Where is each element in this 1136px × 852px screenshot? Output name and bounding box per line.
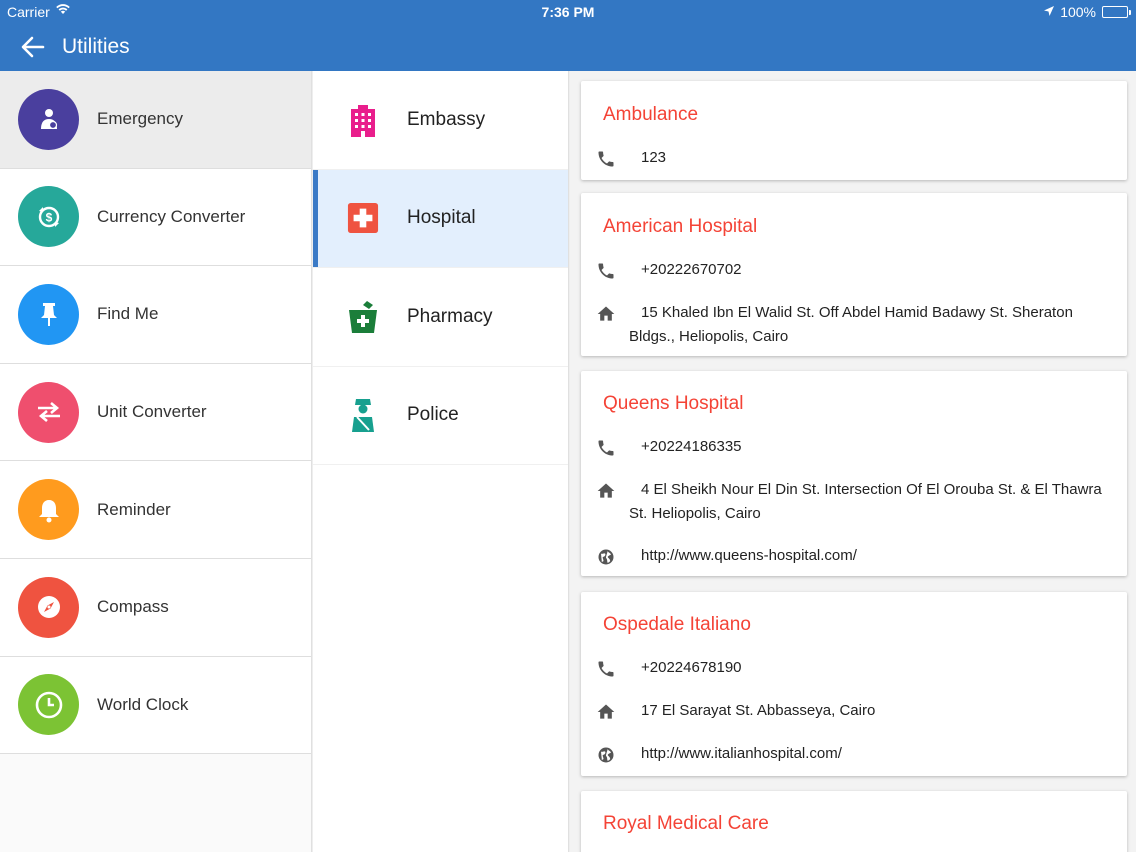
sidebar-item-label: Currency Converter (97, 206, 246, 226)
sidebar-item-label: Reminder (97, 499, 171, 519)
swap-icon (18, 381, 79, 443)
sidebar-item-reminder[interactable]: Reminder (0, 461, 311, 559)
home-icon (595, 480, 617, 502)
police-icon (347, 397, 379, 433)
contact-card[interactable]: Ambulance 123 (581, 81, 1127, 180)
category-list: Embassy Hospital Pharmacy Police (313, 71, 569, 852)
category-embassy[interactable]: Embassy (313, 71, 568, 170)
clock-icon (18, 674, 79, 736)
category-label: Hospital (407, 207, 476, 229)
category-label: Embassy (407, 108, 486, 130)
contact-phone-row[interactable]: 123 (595, 148, 1113, 170)
contact-phone-row[interactable]: +20224186335 (595, 437, 1113, 459)
battery-percent: 100% (1060, 4, 1096, 20)
contact-name: Royal Medical Care (603, 813, 769, 834)
battery-icon (1102, 6, 1131, 18)
home-icon (595, 303, 617, 325)
category-hospital[interactable]: Hospital (313, 169, 568, 268)
sidebar-item-label: Compass (97, 597, 169, 617)
contact-address: 17 El Sarayat St. Abbasseya, Cairo (641, 702, 876, 719)
category-pharmacy[interactable]: Pharmacy (313, 268, 568, 367)
contact-phone: +20224678190 (641, 659, 742, 676)
hospital-icon (347, 200, 379, 236)
contact-name: Queens Hospital (603, 393, 744, 414)
location-arrow-icon (1044, 5, 1055, 19)
phone-icon (595, 437, 617, 459)
contact-website-row[interactable]: http://www.queens-hospital.com/ (595, 546, 1113, 568)
sidebar-item-label: Find Me (97, 304, 159, 324)
page-title: Utilities (62, 35, 130, 58)
sidebar-item-emergency[interactable]: Emergency (0, 71, 311, 169)
pharmacy-icon (347, 299, 379, 335)
phone-icon (595, 148, 617, 170)
category-label: Pharmacy (407, 305, 493, 327)
contact-name: American Hospital (603, 216, 758, 237)
bell-icon (18, 479, 79, 541)
contact-card[interactable]: Queens Hospital +20224186335 4 El Sheikh… (581, 371, 1127, 576)
contact-phone: +20224186335 (641, 438, 742, 455)
phone-icon (595, 260, 617, 282)
status-bar: Carrier 7:36 PM 100% (0, 0, 1136, 24)
sidebar-item-label: World Clock (97, 694, 189, 714)
contact-phone-row[interactable]: +20224678190 (595, 658, 1113, 680)
contact-address-row: 17 El Sarayat St. Abbasseya, Cairo (595, 701, 1113, 723)
currency-icon: $ (18, 186, 79, 248)
contact-address: 15 Khaled Ibn El Walid St. Off Abdel Ham… (629, 304, 1073, 345)
contact-website-row[interactable]: http://www.italianhospital.com/ (595, 744, 1113, 766)
contact-name: Ambulance (603, 104, 699, 125)
globe-icon (595, 546, 617, 568)
sidebar-item-currency-converter[interactable]: $ Currency Converter (0, 168, 311, 267)
contact-phone-row[interactable]: +20222670702 (595, 260, 1113, 282)
sidebar-item-world-clock[interactable]: World Clock (0, 656, 311, 755)
sidebar-item-label: Unit Converter (97, 402, 207, 422)
compass-icon (18, 576, 79, 638)
back-arrow-icon[interactable] (18, 32, 48, 62)
contact-address-row: 15 Khaled Ibn El Walid St. Off Abdel Ham… (595, 303, 1113, 349)
contact-card[interactable]: Ospedale Italiano +20224678190 17 El Sar… (581, 592, 1127, 776)
pin-icon (18, 283, 79, 345)
contact-address-row: 4 El Sheikh Nour El Din St. Intersection… (595, 480, 1113, 526)
category-label: Police (407, 404, 459, 426)
building-icon (347, 102, 379, 138)
sidebar-item-label: Emergency (97, 109, 183, 129)
globe-icon (595, 744, 617, 766)
contact-phone: +20222670702 (641, 261, 742, 278)
sidebar-item-find-me[interactable]: Find Me (0, 266, 311, 364)
contact-website[interactable]: http://www.italianhospital.com/ (641, 742, 842, 766)
contact-website[interactable]: http://www.queens-hospital.com/ (641, 544, 857, 568)
app-header: Carrier 7:36 PM 100% Utilities (0, 0, 1136, 71)
contact-list: Ambulance 123 American Hospital +2022267… (570, 71, 1136, 852)
contact-phone: 123 (641, 149, 667, 166)
svg-text:$: $ (45, 210, 52, 224)
sidebar-item-unit-converter[interactable]: Unit Converter (0, 363, 311, 462)
contact-card[interactable]: Royal Medical Care (581, 791, 1127, 852)
emergency-icon (18, 88, 79, 150)
contact-card[interactable]: American Hospital +20222670702 15 Khaled… (581, 193, 1127, 356)
contact-address: 4 El Sheikh Nour El Din St. Intersection… (629, 481, 1102, 522)
utilities-sidebar: Emergency $ Currency Converter Find Me U… (0, 71, 312, 852)
status-time: 7:36 PM (541, 4, 595, 20)
category-police[interactable]: Police (313, 367, 568, 465)
phone-icon (595, 658, 617, 680)
home-icon (595, 701, 617, 723)
sidebar-item-compass[interactable]: Compass (0, 558, 311, 657)
contact-name: Ospedale Italiano (603, 614, 751, 635)
